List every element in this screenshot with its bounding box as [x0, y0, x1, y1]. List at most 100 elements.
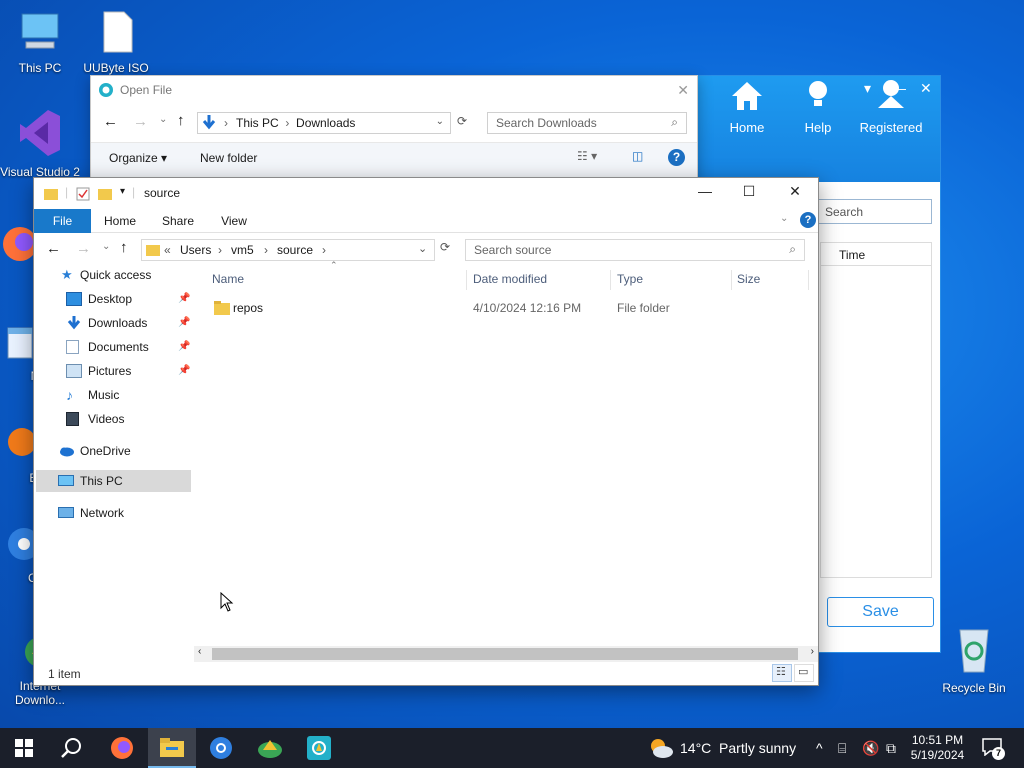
desktop-icon-recycle-bin[interactable]: Recycle Bin — [934, 624, 1014, 695]
nav-quick-access[interactable]: ★ Quick access — [61, 264, 191, 286]
tab-view[interactable]: View — [214, 209, 254, 233]
nav-documents[interactable]: Documents 📌 — [66, 336, 224, 358]
breadcrumb-downloads[interactable]: Downloads — [296, 116, 355, 130]
taskbar-clock[interactable]: 10:51 PM 5/19/2024 — [900, 733, 975, 763]
horizontal-scrollbar[interactable]: ‹ › — [194, 646, 818, 662]
refresh-icon[interactable]: ⟳ — [440, 240, 450, 254]
tab-file[interactable]: File — [34, 209, 91, 233]
column-name[interactable]: Name — [212, 272, 244, 286]
breadcrumb-source[interactable]: source — [277, 243, 313, 257]
documents-icon — [66, 340, 79, 354]
pin-icon[interactable]: 📌 — [178, 360, 190, 382]
tab-share[interactable]: Share — [156, 209, 200, 233]
up-icon[interactable]: ↑ — [177, 112, 185, 129]
start-button[interactable] — [0, 728, 48, 768]
tab-home[interactable]: Home — [98, 209, 142, 233]
refresh-icon[interactable]: ⟳ — [457, 114, 467, 128]
weather-widget[interactable]: 14°C Partly sunny — [646, 728, 796, 768]
address-dropdown-icon[interactable]: ⌄ — [436, 116, 444, 127]
column-divider[interactable] — [466, 270, 467, 290]
nav-music[interactable]: ♪ Music — [66, 384, 196, 406]
desktop-icon-this-pc[interactable]: This PC — [0, 10, 80, 75]
large-icons-view-button[interactable]: ▭ — [794, 664, 814, 682]
minimize-button[interactable]: — — [682, 183, 728, 205]
column-date-modified[interactable]: Date modified — [473, 272, 547, 286]
back-icon[interactable]: ← — [103, 113, 118, 130]
nav-home-button[interactable]: Home — [717, 82, 777, 135]
close-button[interactable]: ✕ — [920, 80, 932, 97]
help-icon[interactable]: ? — [800, 212, 816, 228]
address-dropdown-icon[interactable]: ⌄ — [418, 242, 427, 255]
maximize-button[interactable]: ☐ — [726, 183, 772, 205]
taskbar-file-explorer[interactable] — [148, 728, 196, 768]
nav-onedrive[interactable]: OneDrive — [58, 440, 188, 462]
forward-icon[interactable]: → — [133, 113, 148, 130]
search-input[interactable]: Search source ⌕ — [465, 239, 805, 261]
nav-registered-button[interactable]: Registered — [856, 80, 926, 135]
column-size[interactable]: Size — [737, 272, 760, 286]
file-type: File folder — [617, 301, 670, 315]
dialog-close-button[interactable]: ✕ — [677, 82, 689, 99]
taskbar-chrome[interactable] — [197, 728, 245, 768]
help-icon[interactable]: ? — [668, 149, 685, 166]
breadcrumb-vm5[interactable]: vm5 — [231, 243, 254, 257]
close-button[interactable]: ✕ — [772, 183, 818, 205]
recent-dropdown-icon[interactable]: ⌄ — [159, 114, 167, 125]
tray-expand-icon[interactable]: ^ — [816, 740, 823, 756]
scroll-thumb[interactable] — [212, 648, 798, 660]
properties-icon[interactable] — [76, 187, 90, 201]
scroll-left-icon[interactable]: ‹ — [198, 646, 201, 657]
nav-videos[interactable]: Videos — [66, 408, 196, 430]
column-divider[interactable] — [610, 270, 611, 290]
app-search-input[interactable]: Search — [818, 199, 932, 224]
volume-muted-icon[interactable]: 🔇 — [862, 740, 879, 757]
recent-dropdown-icon[interactable]: ⌄ — [102, 241, 110, 252]
search-taskbar-button[interactable] — [48, 728, 96, 768]
status-item-count: 1 item — [48, 667, 81, 681]
up-icon[interactable]: ↑ — [120, 239, 128, 256]
desktop-icon-visual-studio[interactable]: Visual Studio 2 — [0, 108, 80, 179]
nav-desktop[interactable]: Desktop 📌 — [66, 288, 224, 310]
ribbon-expand-icon[interactable]: ⌄ — [780, 213, 788, 224]
column-type[interactable]: Type — [617, 272, 643, 286]
display-tray-icon[interactable]: ⧉ — [886, 740, 896, 757]
column-divider[interactable] — [808, 270, 809, 290]
desktop-icon-uubyte[interactable]: UUByte ISO — [76, 10, 156, 75]
folder-icon — [146, 245, 160, 256]
breadcrumb-users[interactable]: Users — [180, 243, 211, 257]
notification-button[interactable]: 7 — [980, 736, 1006, 760]
nav-downloads[interactable]: Downloads 📌 — [66, 312, 224, 334]
taskbar-download-manager[interactable] — [246, 728, 294, 768]
organize-button[interactable]: Organize ▾ — [109, 151, 167, 165]
nav-pictures[interactable]: Pictures 📌 — [66, 360, 224, 382]
nav-network[interactable]: Network — [58, 502, 188, 524]
dialog-search-input[interactable]: Search Downloads ⌕ — [487, 112, 687, 134]
taskbar-backup-app[interactable] — [295, 728, 343, 768]
scroll-right-icon[interactable]: › — [811, 646, 814, 657]
qat-dropdown-icon[interactable]: ▾ — [120, 186, 125, 197]
back-icon[interactable]: ← — [46, 240, 61, 257]
dialog-title: Open File — [120, 83, 173, 97]
pin-icon[interactable]: 📌 — [178, 336, 190, 358]
breadcrumb-this-pc[interactable]: This PC — [236, 116, 279, 130]
pin-icon[interactable]: 📌 — [178, 312, 190, 334]
nav-help-button[interactable]: Help — [788, 81, 848, 135]
dropdown-icon[interactable]: ▾ — [864, 80, 871, 97]
dialog-address-bar[interactable]: › This PC › Downloads ⌄ — [197, 112, 451, 134]
details-view-icon: ☷ — [776, 666, 786, 678]
pin-icon[interactable]: 📌 — [178, 288, 190, 310]
details-view-button[interactable]: ☷ — [772, 664, 792, 682]
view-options-icon[interactable]: ☷ ▾ — [577, 149, 597, 163]
new-folder-button[interactable]: New folder — [200, 151, 257, 165]
save-button[interactable]: Save — [827, 597, 934, 627]
new-folder-icon[interactable] — [98, 187, 112, 201]
file-row[interactable]: repos 4/10/2024 12:16 PM File folder — [212, 297, 802, 319]
address-bar[interactable]: « Users › vm5 › source › ⌄ — [141, 239, 435, 261]
column-divider[interactable] — [731, 270, 732, 290]
preview-pane-icon[interactable]: ◫ — [632, 149, 643, 163]
forward-icon[interactable]: → — [76, 240, 91, 257]
nav-this-pc[interactable]: This PC — [36, 470, 191, 492]
taskbar-firefox[interactable] — [98, 728, 146, 768]
breadcrumb-overflow[interactable]: « — [164, 243, 171, 257]
network-tray-icon[interactable]: ⌸ — [838, 740, 846, 757]
